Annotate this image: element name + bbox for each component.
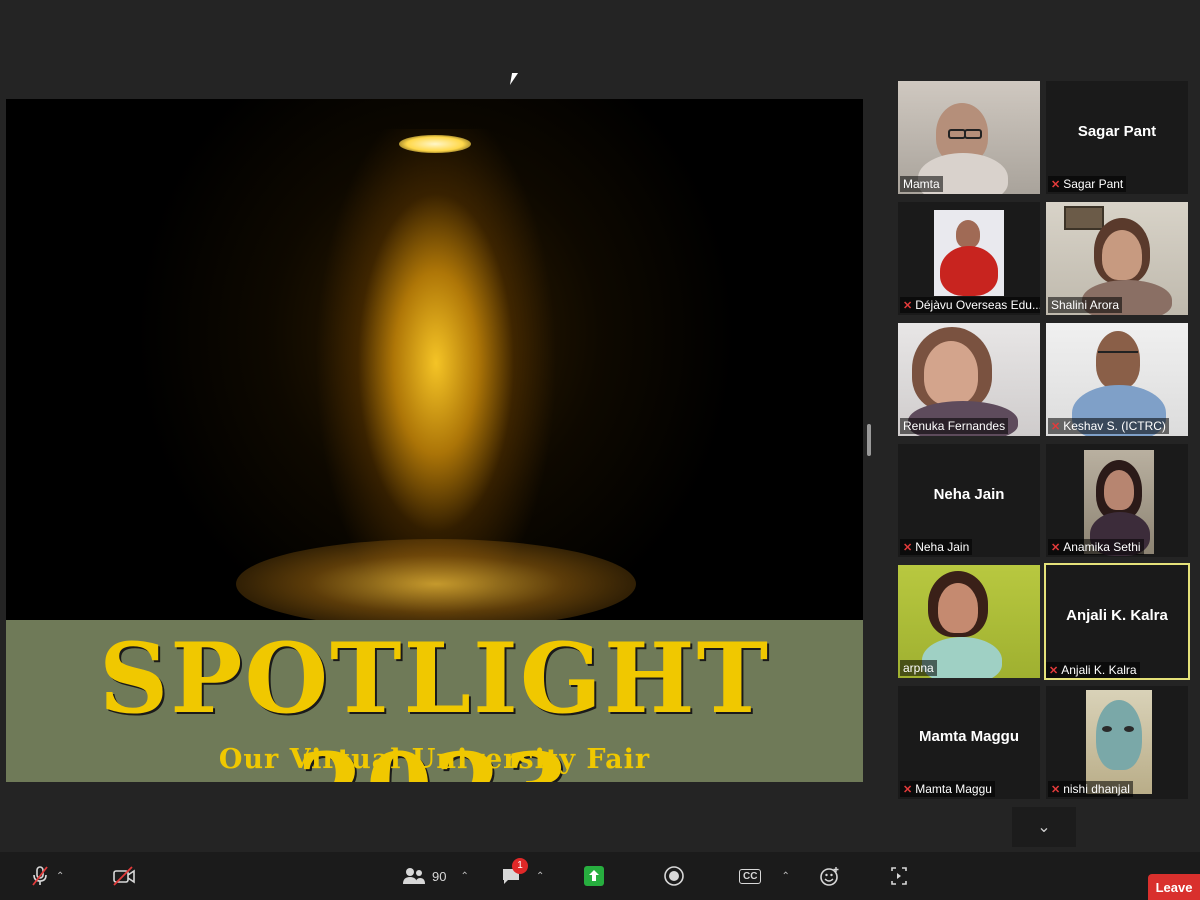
event-banner: SPOTLIGHT 2023 Our Virtual University Fa… xyxy=(6,620,863,782)
leave-meeting-button[interactable]: Leave xyxy=(1148,874,1200,900)
participant-name-label: ✕ Mamta Maggu xyxy=(900,781,995,797)
participant-tile[interactable]: Mamta Maggu ✕ Mamta Maggu xyxy=(898,686,1040,799)
participant-name-label: ✕ Sagar Pant xyxy=(1048,176,1127,192)
participant-name-label: Renuka Fernandes xyxy=(900,418,1009,434)
participant-tile[interactable]: Mamta xyxy=(898,81,1040,194)
participant-tile[interactable]: Sagar Pant ✕ Sagar Pant xyxy=(1046,81,1188,194)
participants-button[interactable]: 90 ⌃ xyxy=(402,852,469,900)
participant-tile-active-speaker[interactable]: Anjali K. Kalra ✕ Anjali K. Kalra xyxy=(1044,563,1190,680)
participant-name-label: Mamta xyxy=(900,176,943,192)
participant-tile[interactable]: ✕ Keshav S. (ICTRC) xyxy=(1046,323,1188,436)
participant-name-label: ✕ Déjàvu Overseas Edu... xyxy=(900,297,1040,313)
mouse-cursor-icon xyxy=(509,73,519,85)
mic-muted-icon: ✕ xyxy=(1051,783,1061,796)
chevron-up-icon[interactable]: ⌃ xyxy=(781,871,789,882)
mic-muted-icon: ✕ xyxy=(1051,178,1061,191)
participant-display-name: Mamta Maggu xyxy=(918,728,1019,745)
participant-name-label: ✕ Neha Jain xyxy=(900,539,973,555)
participant-tile[interactable]: ✕ Déjàvu Overseas Edu... xyxy=(898,202,1040,315)
cc-icon: CC xyxy=(739,868,762,884)
mic-muted-icon: ✕ xyxy=(1049,664,1059,677)
share-screen-icon xyxy=(584,866,604,886)
gallery-next-page-button[interactable]: ⌄ xyxy=(1012,807,1076,847)
participant-tile[interactable]: arpna xyxy=(898,565,1040,678)
participant-name-label: ✕ Keshav S. (ICTRC) xyxy=(1048,418,1169,434)
participant-name-label: ✕ Anjali K. Kalra xyxy=(1046,662,1140,678)
chevron-up-icon[interactable]: ⌃ xyxy=(536,871,544,882)
split-resize-handle[interactable] xyxy=(867,424,871,456)
participant-display-name: Anjali K. Kalra xyxy=(1066,607,1168,624)
participants-count: 90 xyxy=(432,868,447,884)
apps-icon xyxy=(891,867,907,885)
participant-gallery: Mamta Sagar Pant ✕ Sagar Pant ✕ Déjàvu Ove… xyxy=(898,81,1190,799)
record-button[interactable] xyxy=(663,852,685,900)
meeting-toolbar: ⌃ 90 ⌃ ⌃ CC ⌃ xyxy=(0,852,1200,900)
mic-muted-icon: ✕ xyxy=(903,299,913,312)
banner-subtitle: Our Virtual University Fair xyxy=(218,744,651,775)
reactions-icon xyxy=(820,867,839,886)
spotlight-lamp xyxy=(399,135,471,153)
chevron-up-icon[interactable]: ⌃ xyxy=(56,871,64,882)
record-icon xyxy=(664,866,684,886)
chevron-up-icon[interactable]: ⌃ xyxy=(460,871,468,882)
participant-name-label: ✕ Anamika Sethi xyxy=(1048,539,1144,555)
mic-off-icon xyxy=(32,866,48,886)
participant-name-label: Shalini Arora xyxy=(1048,297,1123,313)
spotlight-floor-glow xyxy=(236,539,636,620)
participant-name-label: ✕ nishi dhanjal xyxy=(1048,781,1133,797)
mic-muted-icon: ✕ xyxy=(1051,420,1061,433)
shared-screen: SPOTLIGHT 2023 Our Virtual University Fa… xyxy=(6,99,863,782)
share-screen-button[interactable] xyxy=(583,852,605,900)
video-off-icon xyxy=(113,866,135,886)
mic-muted-icon: ✕ xyxy=(1051,541,1061,554)
apps-button[interactable] xyxy=(889,852,909,900)
participant-tile[interactable]: Renuka Fernandes xyxy=(898,323,1040,436)
mic-muted-icon: ✕ xyxy=(903,783,913,796)
spotlight-stage xyxy=(6,99,863,620)
chat-unread-badge: 1 xyxy=(512,858,528,874)
participant-display-name: Sagar Pant xyxy=(1077,123,1157,140)
start-video-button[interactable] xyxy=(112,852,136,900)
mute-button[interactable]: ⌃ xyxy=(30,852,64,900)
reactions-button[interactable] xyxy=(819,852,841,900)
participant-tile[interactable]: ✕ nishi dhanjal xyxy=(1046,686,1188,799)
people-icon xyxy=(403,868,425,884)
participant-tile[interactable]: Neha Jain ✕ Neha Jain xyxy=(898,444,1040,557)
chevron-down-icon: ⌄ xyxy=(1037,819,1051,836)
participant-tile[interactable]: ✕ Anamika Sethi xyxy=(1046,444,1188,557)
mic-muted-icon: ✕ xyxy=(903,541,913,554)
participant-tile[interactable]: Shalini Arora xyxy=(1046,202,1188,315)
participant-name-label: arpna xyxy=(900,660,937,676)
participant-display-name: Neha Jain xyxy=(933,486,1005,503)
captions-button[interactable]: CC ⌃ xyxy=(739,852,790,900)
